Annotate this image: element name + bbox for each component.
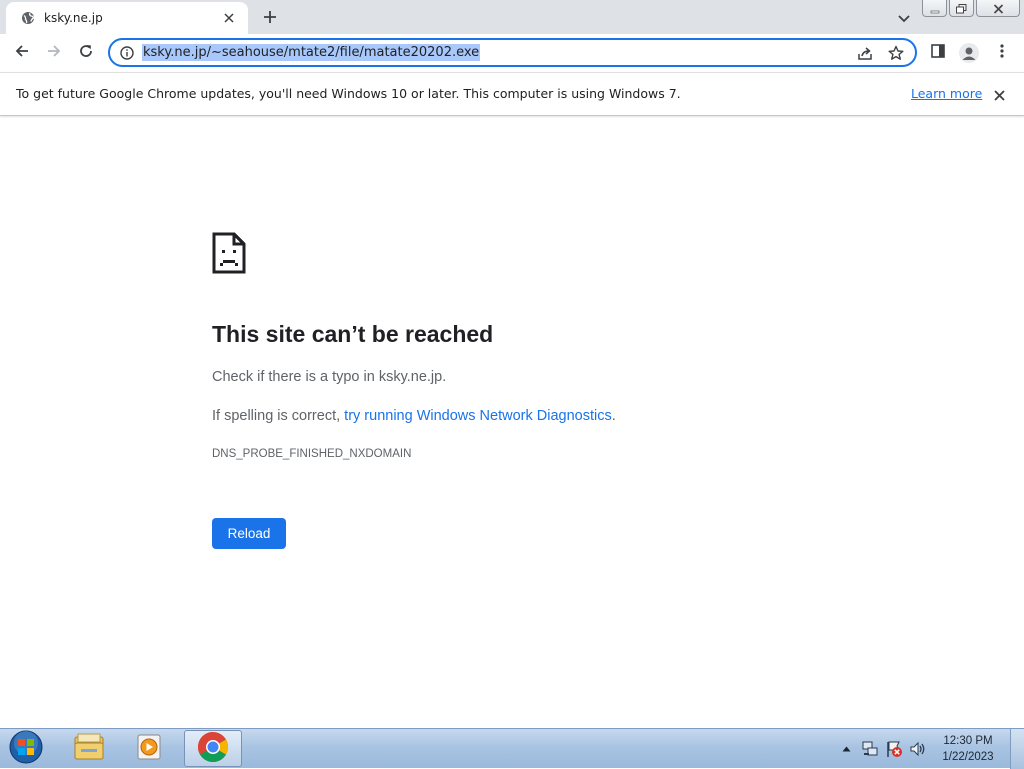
clock-date: 1/22/2023	[942, 751, 994, 763]
volume-icon[interactable]	[908, 739, 928, 759]
clock-time: 12:30 PM	[943, 735, 993, 747]
windows-taskbar: 12:30 PM 1/22/2023	[0, 728, 1024, 769]
media-player-icon	[134, 732, 164, 766]
infobar-message: To get future Google Chrome updates, you…	[16, 86, 681, 101]
error-code: DNS_PROBE_FINISHED_NXDOMAIN	[212, 448, 412, 460]
close-tab-icon[interactable]	[220, 9, 238, 27]
browser-toolbar: ksky.ne.jp/~seahouse/mtate2/file/matate2…	[0, 34, 1024, 72]
diagnostics-prefix: If spelling is correct,	[212, 408, 345, 424]
tab-strip: ksky.ne.jp	[0, 0, 1024, 34]
update-infobar: To get future Google Chrome updates, you…	[0, 72, 1024, 116]
reload-button[interactable]	[72, 39, 100, 67]
reload-icon	[78, 43, 94, 63]
chevron-down-icon	[898, 8, 910, 27]
tab-title: ksky.ne.jp	[44, 11, 103, 25]
taskbar-chrome[interactable]	[184, 730, 242, 767]
plus-icon	[263, 9, 277, 28]
show-desktop-button[interactable]	[1010, 729, 1024, 769]
show-hidden-icons-arrow[interactable]	[836, 739, 856, 759]
info-icon[interactable]	[119, 45, 135, 61]
profile-button[interactable]	[955, 39, 983, 67]
restore-button[interactable]	[949, 0, 974, 17]
profile-icon	[959, 43, 979, 63]
forward-arrow-icon	[46, 43, 62, 63]
network-icon[interactable]	[860, 739, 880, 759]
diagnostics-suggestion: If spelling is correct, try running Wind…	[212, 408, 616, 424]
chrome-icon	[197, 731, 229, 767]
close-icon[interactable]	[990, 86, 1008, 104]
window-controls	[922, 0, 1020, 18]
minimize-button[interactable]	[922, 0, 947, 17]
reload-page-button[interactable]: Reload	[212, 518, 286, 549]
address-bar[interactable]: ksky.ne.jp/~seahouse/mtate2/file/matate2…	[108, 38, 917, 67]
system-tray: 12:30 PM 1/22/2023	[834, 729, 1024, 769]
action-center-flag-icon[interactable]	[884, 739, 904, 759]
back-button[interactable]	[8, 39, 36, 67]
restore-icon	[956, 0, 967, 18]
learn-more-link[interactable]: Learn more	[911, 86, 982, 101]
minimize-icon	[930, 0, 940, 18]
error-heading: This site can’t be reached	[212, 321, 494, 347]
forward-button[interactable]	[40, 39, 68, 67]
share-icon[interactable]	[855, 44, 875, 62]
tab-search-button[interactable]	[893, 7, 915, 27]
taskbar-clock[interactable]: 12:30 PM 1/22/2023	[930, 733, 1006, 765]
url-text[interactable]: ksky.ne.jp/~seahouse/mtate2/file/matate2…	[142, 44, 481, 61]
taskbar-file-explorer[interactable]	[60, 730, 118, 767]
side-panel-icon	[930, 43, 946, 63]
star-icon[interactable]	[886, 44, 906, 62]
diagnostics-suffix: .	[611, 408, 616, 424]
network-diagnostics-link[interactable]: try running Windows Network Diagnostics	[344, 408, 612, 424]
file-explorer-icon	[73, 733, 105, 765]
back-arrow-icon	[14, 43, 30, 63]
start-button[interactable]	[6, 729, 46, 769]
close-window-button[interactable]	[976, 0, 1020, 17]
side-panel-button[interactable]	[924, 39, 952, 67]
close-icon	[993, 0, 1004, 18]
globe-icon	[20, 10, 36, 26]
chrome-menu-button[interactable]	[988, 39, 1016, 67]
typo-suggestion: Check if there is a typo in ksky.ne.jp.	[212, 369, 447, 385]
kebab-menu-icon	[1000, 43, 1004, 63]
browser-tab[interactable]: ksky.ne.jp	[6, 2, 248, 34]
new-tab-button[interactable]	[258, 6, 282, 30]
start-orb-icon	[8, 729, 44, 769]
taskbar-media-player[interactable]	[120, 730, 178, 767]
sad-document-icon	[212, 232, 246, 274]
